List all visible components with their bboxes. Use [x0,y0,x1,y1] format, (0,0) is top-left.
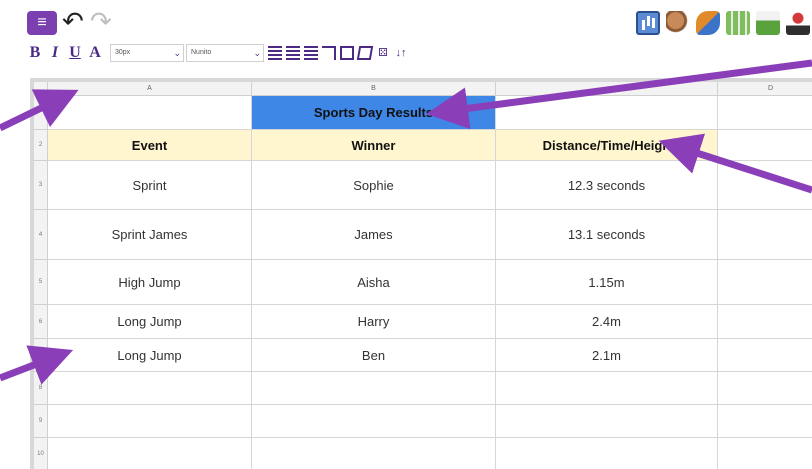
table-cell-result[interactable]: 2.1m [496,339,718,372]
row-header[interactable]: 4 [34,210,48,260]
column-header-a[interactable]: A [48,82,252,96]
font-family-value: Nunito [191,49,212,56]
table-cell-result[interactable]: 12.3 seconds [496,161,718,210]
redo-icon[interactable]: ↷ [90,8,112,36]
table-cell-result[interactable]: 2.4m [496,305,718,339]
wrap-text-icon[interactable] [322,46,336,60]
cell[interactable] [48,438,252,469]
table-cell-event[interactable]: Sprint [48,161,252,210]
align-center-icon[interactable] [286,46,300,60]
font-size-value: 30px [115,49,131,56]
cell[interactable] [252,438,496,469]
bold-button[interactable]: B [26,44,44,62]
underline-button[interactable]: U [66,44,84,62]
cell[interactable] [718,372,812,405]
cell[interactable] [718,96,812,130]
table-cell-winner[interactable]: Aisha [252,260,496,305]
row-header[interactable]: 7 [34,339,48,372]
table-cell-winner[interactable]: Sophie [252,161,496,210]
header-cell-result[interactable]: Distance/Time/Heigh [496,130,718,161]
font-color-button[interactable]: A [86,44,104,62]
font-size-select[interactable]: 30px ⌄ [110,44,184,62]
cell[interactable] [718,130,812,161]
cell[interactable] [718,260,812,305]
header-cell-event[interactable]: Event [48,130,252,161]
column-header-d[interactable]: D [718,82,812,96]
grid-icon[interactable] [726,11,750,35]
right-toolset [636,10,812,36]
table-cell-winner[interactable]: Ben [252,339,496,372]
cell[interactable] [496,405,718,438]
paint-icon[interactable] [696,11,720,35]
dice-icon[interactable]: ⚄ [376,46,390,60]
column-header-b[interactable]: B [252,82,496,96]
cell[interactable] [718,161,812,210]
table-cell-result[interactable]: 1.15m [496,260,718,305]
header-cell-winner[interactable]: Winner [252,130,496,161]
font-family-select[interactable]: Nunito ⌄ [186,44,264,62]
row-header[interactable]: 10 [34,438,48,469]
align-right-icon[interactable] [304,46,318,60]
table-cell-winner[interactable]: James [252,210,496,260]
top-toolbar: ≡ ↶ ↷ [0,0,812,40]
table-cell-event[interactable]: High Jump [48,260,252,305]
cell[interactable] [48,372,252,405]
chevron-down-icon: ⌄ [253,48,261,58]
cell[interactable] [48,96,252,130]
row-header[interactable]: 5 [34,260,48,305]
cell[interactable] [718,339,812,372]
table-cell-result[interactable]: 13.1 seconds [496,210,718,260]
cell[interactable] [496,438,718,469]
cell[interactable] [48,405,252,438]
shapes-icon[interactable] [666,11,690,35]
sort-icon[interactable]: ↓↑ [394,46,408,60]
cell[interactable] [718,305,812,339]
row-header[interactable]: 9 [34,405,48,438]
edit-icon[interactable] [356,46,374,60]
table-cell-winner[interactable]: Harry [252,305,496,339]
row-header[interactable]: 2 [34,130,48,161]
table-cell-event[interactable]: Sprint James [48,210,252,260]
cell[interactable] [252,405,496,438]
row-header[interactable]: 6 [34,305,48,339]
chevron-down-icon: ⌄ [173,48,181,58]
alignment-group: ⚄ ↓↑ [268,46,408,60]
chart-icon[interactable] [636,11,660,35]
cell[interactable] [252,372,496,405]
table-cell-event[interactable]: Long Jump [48,339,252,372]
undo-icon[interactable]: ↶ [62,8,84,36]
cell[interactable] [718,438,812,469]
row-header[interactable]: 3 [34,161,48,210]
cell[interactable] [496,96,718,130]
joystick-icon[interactable] [786,11,810,35]
cell[interactable] [718,405,812,438]
corner-header[interactable] [34,82,48,96]
table-cell-event[interactable]: Long Jump [48,305,252,339]
download-icon[interactable] [756,11,780,35]
merge-cells-icon[interactable] [340,46,354,60]
title-cell[interactable]: Sports Day Results [252,96,496,130]
align-left-icon[interactable] [268,46,282,60]
format-toolbar: B I U A 30px ⌄ Nunito ⌄ ⚄ ↓↑ [26,40,408,66]
italic-button[interactable]: I [46,44,64,62]
row-header[interactable] [34,96,48,130]
row-header[interactable]: 8 [34,372,48,405]
column-header-c[interactable] [496,82,718,96]
cell[interactable] [496,372,718,405]
hamburger-menu-icon[interactable]: ≡ [27,11,57,35]
cell[interactable] [718,210,812,260]
spreadsheet: A B D 2 3 4 5 6 7 8 9 10 Sports Day Resu… [30,78,812,469]
